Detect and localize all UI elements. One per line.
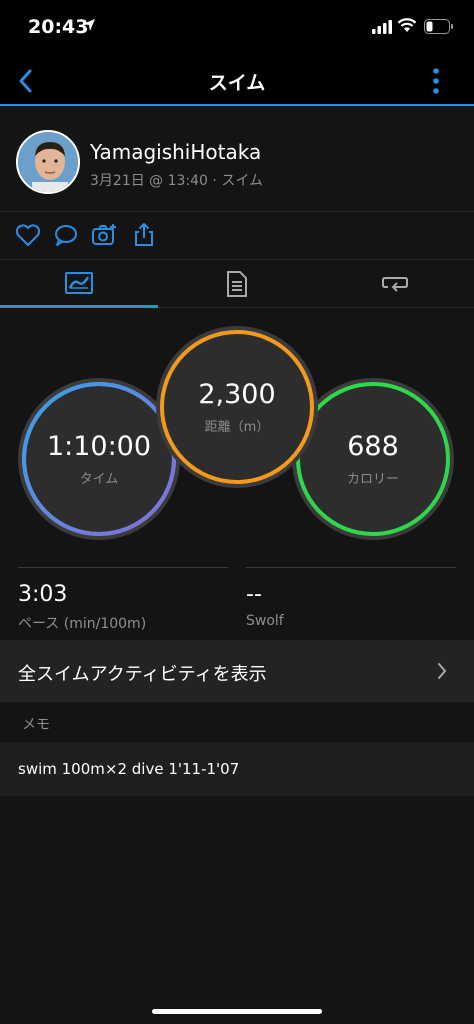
swolf-value: -- — [246, 582, 262, 607]
show-all-swims-row[interactable]: 全スイムアクティビティを表示 — [0, 640, 474, 702]
page-title: スイム — [208, 72, 266, 94]
tab-stats[interactable] — [158, 260, 316, 308]
pace-value: 3:03 — [18, 582, 68, 607]
time-metric: 1:10:00 タイム — [22, 382, 176, 536]
like-heart-icon[interactable] — [14, 221, 42, 249]
battery-icon — [424, 19, 453, 34]
swolf-stat: -- Swolf — [246, 567, 456, 629]
home-indicator[interactable] — [152, 1009, 322, 1014]
tab-bar — [0, 260, 474, 308]
wifi-icon — [397, 18, 417, 32]
time-ring-gradient — [22, 382, 176, 536]
user-name[interactable]: YamagishiHotaka — [90, 140, 261, 164]
avatar-portrait-icon — [18, 132, 78, 192]
action-bar — [0, 212, 474, 260]
nav-bar: スイム — [0, 56, 474, 106]
cellular-signal-icon — [372, 20, 392, 34]
distance-value: 2,300 — [198, 379, 276, 410]
tab-laps[interactable] — [316, 260, 474, 308]
document-list-icon — [227, 271, 247, 297]
activity-date-type: 3月21日 @ 13:40 · スイム — [90, 173, 264, 189]
pace-stat: 3:03 ペース (min/100m) — [18, 567, 228, 633]
status-bar: 20:43 — [0, 0, 474, 56]
avatar[interactable] — [16, 130, 80, 194]
add-photo-camera-icon[interactable] — [90, 221, 118, 249]
calories-value: 688 — [347, 431, 399, 462]
laps-loop-icon — [382, 277, 408, 292]
swolf-label: Swolf — [246, 613, 284, 629]
show-all-swims-label: 全スイムアクティビティを表示 — [18, 664, 267, 685]
location-arrow-icon — [83, 19, 95, 31]
pace-label: ペース (min/100m) — [18, 616, 147, 632]
memo-box[interactable]: swim 100m×2 dive 1'11-1'07 — [0, 742, 474, 796]
calories-label: カロリー — [346, 472, 399, 487]
distance-metric: 2,300 距離（m） — [160, 330, 314, 484]
overview-stats-icon — [65, 271, 93, 294]
tab-overview[interactable] — [0, 260, 158, 308]
distance-label: 距離（m） — [204, 420, 270, 435]
calories-metric: 688 カロリー — [296, 382, 450, 536]
memo-heading: メモ — [22, 717, 50, 733]
share-icon[interactable] — [130, 221, 158, 249]
memo-text: swim 100m×2 dive 1'11-1'07 — [18, 760, 240, 778]
more-options-icon[interactable] — [424, 66, 448, 96]
comment-bubble-icon[interactable] — [52, 221, 80, 249]
activity-header: YamagishiHotaka 3月21日 @ 13:40 · スイム — [0, 108, 474, 212]
status-time: 20:43 — [28, 16, 89, 38]
chevron-right-icon — [438, 663, 447, 679]
